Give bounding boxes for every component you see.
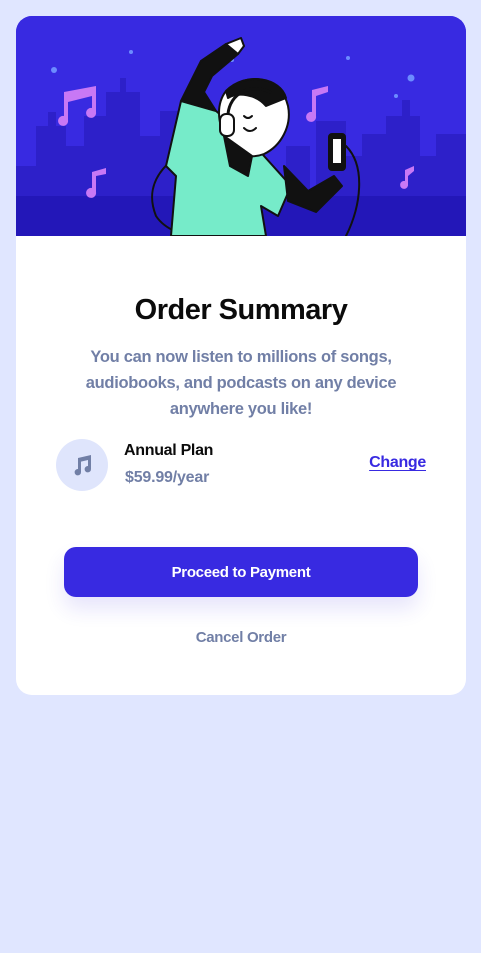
proceed-to-payment-button[interactable]: Proceed to Payment [64, 547, 418, 597]
music-note-icon [56, 439, 108, 491]
change-plan-link[interactable]: Change [369, 454, 426, 472]
plan-summary: Annual Plan $59.99/year Change [56, 439, 426, 491]
order-summary-card: Order Summary You can now listen to mill… [16, 16, 466, 695]
plan-description: You can now listen to millions of songs,… [85, 348, 397, 418]
page-title: Order Summary [134, 294, 348, 326]
plan-price: $59.99/year [125, 469, 210, 486]
hero-illustration [16, 16, 466, 236]
plan-name: Annual Plan [124, 442, 214, 459]
cancel-order-button[interactable]: Cancel Order [64, 624, 418, 650]
